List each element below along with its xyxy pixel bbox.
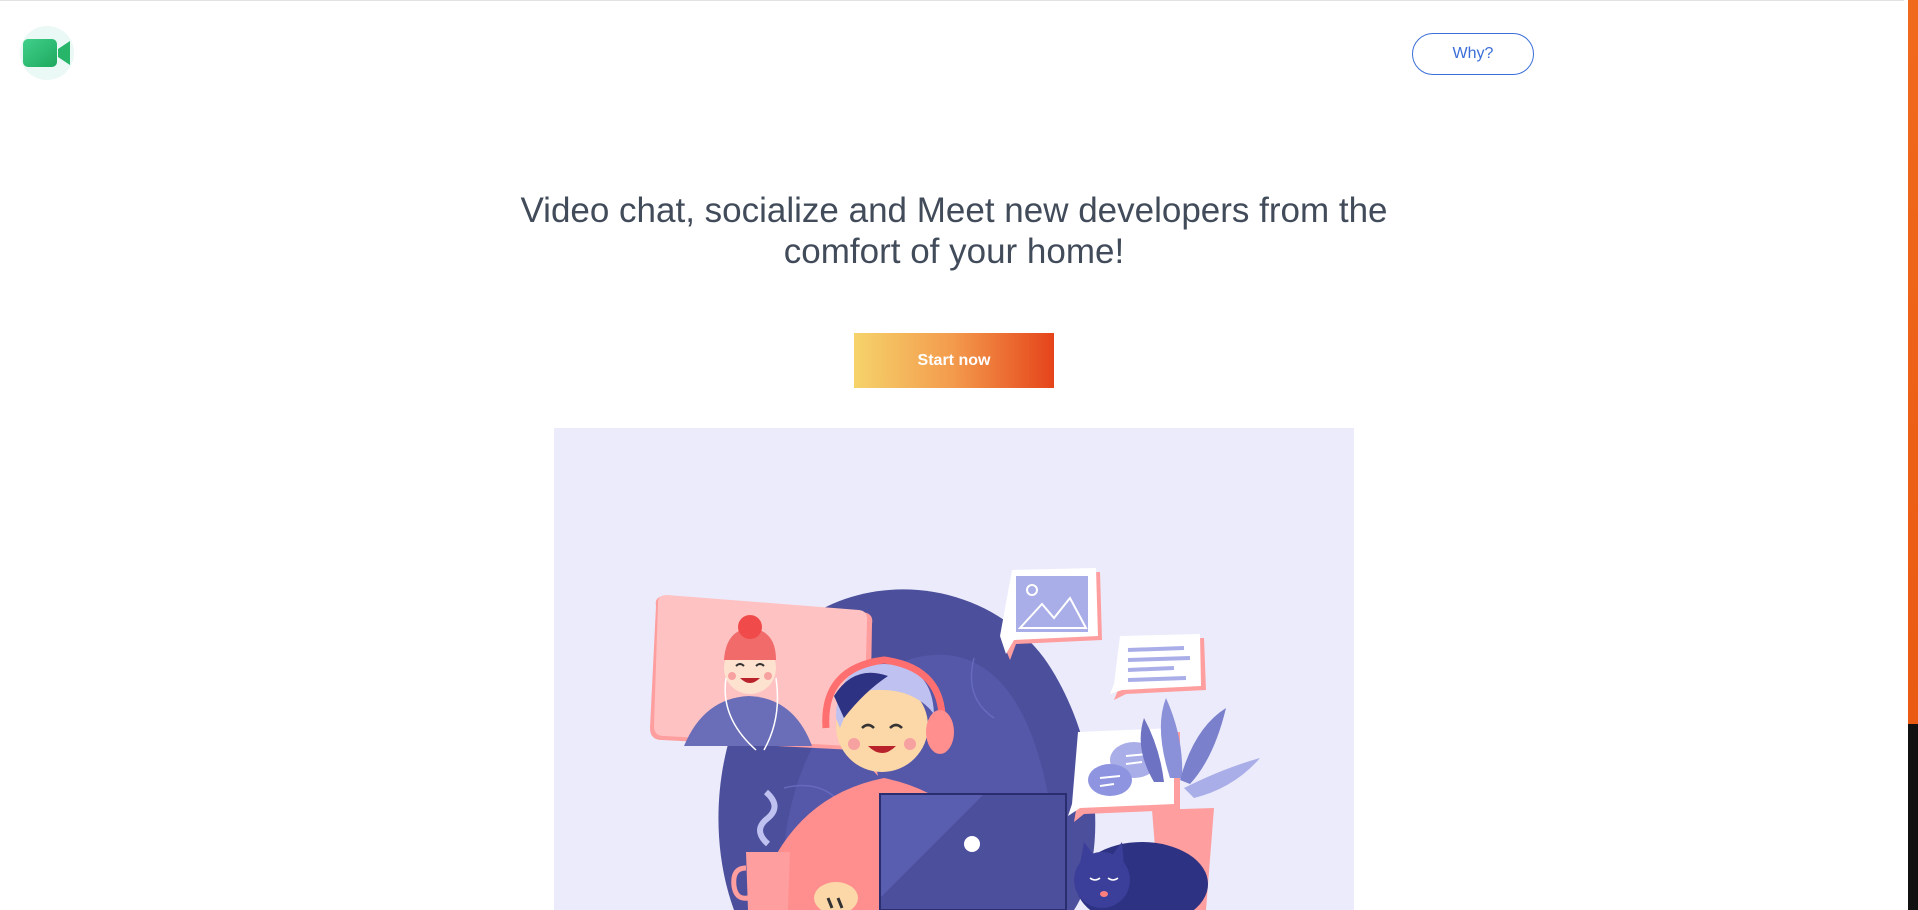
why-button[interactable]: Why? (1412, 33, 1534, 75)
headline-line-2: comfort of your home! (783, 232, 1125, 271)
scrollbar-lower-track (1908, 724, 1918, 910)
page-headline: Video chat, socialize and Meet new devel… (400, 190, 1508, 272)
top-border (0, 0, 1904, 1)
scrollbar-thumb[interactable] (1908, 0, 1918, 724)
hero-illustration (554, 428, 1354, 910)
app-logo[interactable] (20, 26, 74, 80)
video-chat-illustration (650, 568, 1260, 910)
start-now-button[interactable]: Start now (854, 333, 1054, 388)
headline-line-1: Video chat, socialize and Meet new devel… (520, 191, 1388, 230)
video-camera-icon (23, 39, 70, 67)
